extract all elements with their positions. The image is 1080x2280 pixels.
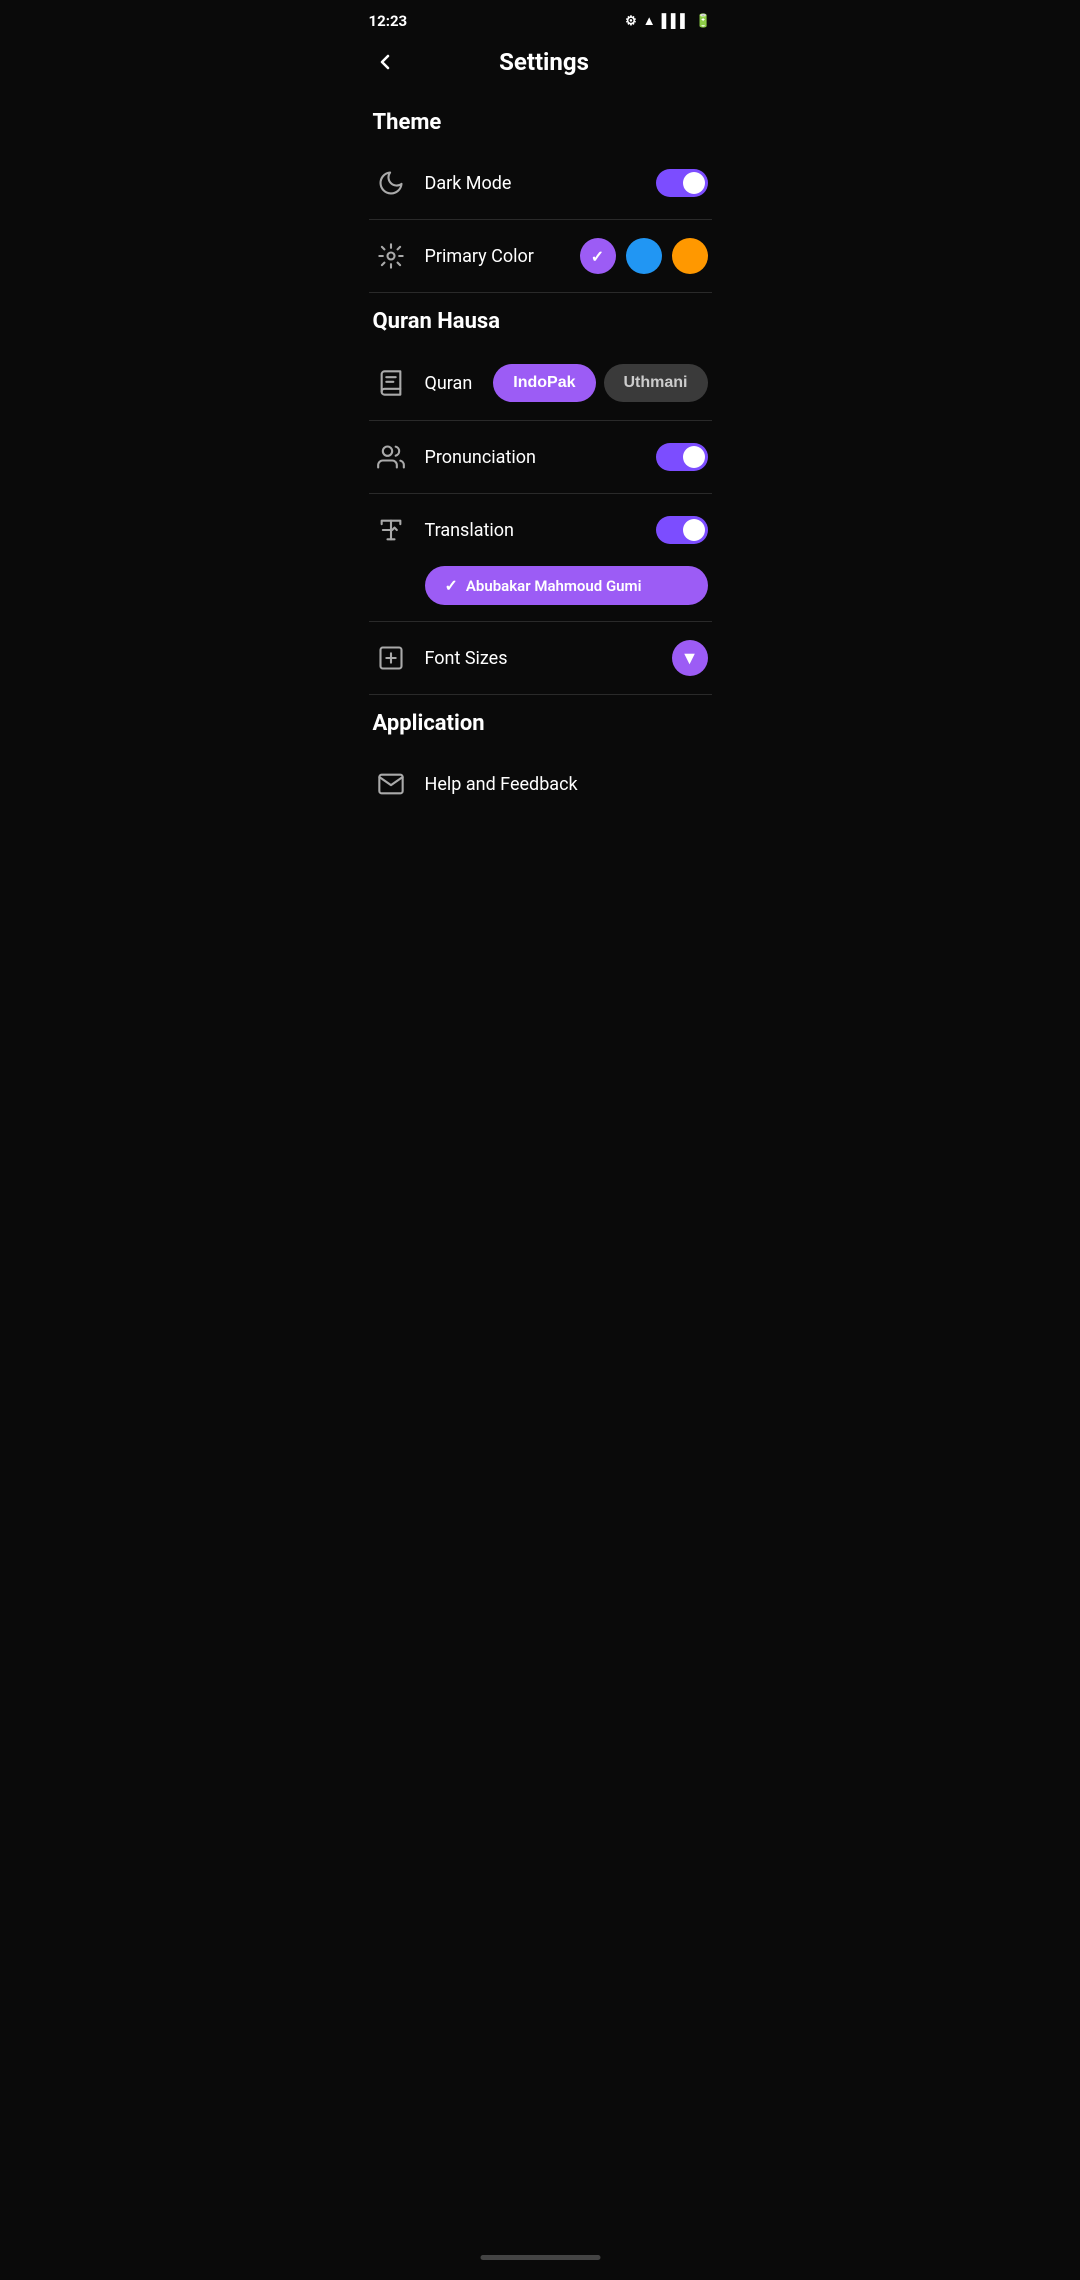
wifi-icon: ▲ [643,13,656,29]
back-arrow-icon [373,50,397,74]
translation-icon [373,512,409,548]
color-options [580,238,708,274]
help-feedback-label: Help and Feedback [425,774,708,795]
status-bar: 12:23 ⚙ ▲ ▌▌▌ 🔋 [353,0,728,38]
bottom-indicator [480,2255,600,2260]
page-title: Settings [417,48,712,76]
translation-row[interactable]: Translation [353,494,728,566]
application-section-label: Application [353,695,728,748]
pronunciation-toggle-thumb [683,446,705,468]
primary-color-label: Primary Color [425,246,564,267]
pronunciation-toggle-track [656,443,708,471]
script-options: IndoPak Uthmani [493,364,707,402]
translation-check-icon: ✓ [445,576,458,595]
quran-row[interactable]: Quran IndoPak Uthmani [353,346,728,420]
indopak-button[interactable]: IndoPak [493,364,595,402]
signal-icon: ▌▌▌ [662,13,690,29]
quran-hausa-section-label: Quran Hausa [353,293,728,346]
font-sizes-row[interactable]: Font Sizes ▼ [353,622,728,694]
translation-pill[interactable]: ✓ Abubakar Mahmoud Gumi [425,566,708,605]
dark-mode-toggle-track [656,169,708,197]
dark-mode-row[interactable]: Dark Mode [353,147,728,219]
dark-mode-label: Dark Mode [425,173,640,194]
selected-translator: Abubakar Mahmoud Gumi [466,577,642,595]
back-button[interactable] [369,46,401,78]
help-feedback-icon [373,766,409,802]
pronunciation-row[interactable]: Pronunciation [353,421,728,493]
pronunciation-icon [373,439,409,475]
bottom-bar [353,2243,728,2280]
settings-icon: ⚙ [625,14,637,29]
translation-toggle[interactable] [656,516,708,544]
font-sizes-label: Font Sizes [425,648,656,669]
primary-color-icon [373,238,409,274]
color-dot-blue[interactable] [626,238,662,274]
battery-icon: 🔋 [695,14,711,29]
primary-color-row[interactable]: Primary Color [353,220,728,292]
quran-label: Quran [425,373,478,394]
help-feedback-row[interactable]: Help and Feedback [353,748,728,820]
pronunciation-toggle[interactable] [656,443,708,471]
uthmani-button[interactable]: Uthmani [604,364,708,402]
font-sizes-icon [373,640,409,676]
pronunciation-label: Pronunciation [425,447,640,468]
header: Settings [353,38,728,94]
status-icons: ⚙ ▲ ▌▌▌ 🔋 [625,13,711,29]
theme-section-label: Theme [353,94,728,147]
dark-mode-toggle-thumb [683,172,705,194]
dark-mode-icon [373,165,409,201]
translation-toggle-thumb [683,519,705,541]
color-dot-purple[interactable] [580,238,616,274]
quran-icon [373,365,409,401]
font-sizes-dropdown-icon: ▼ [672,640,708,676]
status-time: 12:23 [369,12,408,30]
translation-label: Translation [425,520,640,541]
translation-toggle-track [656,516,708,544]
bottom-spacer [353,820,728,900]
translation-sub-row: ✓ Abubakar Mahmoud Gumi [353,566,728,621]
dark-mode-toggle[interactable] [656,169,708,197]
color-dot-orange[interactable] [672,238,708,274]
